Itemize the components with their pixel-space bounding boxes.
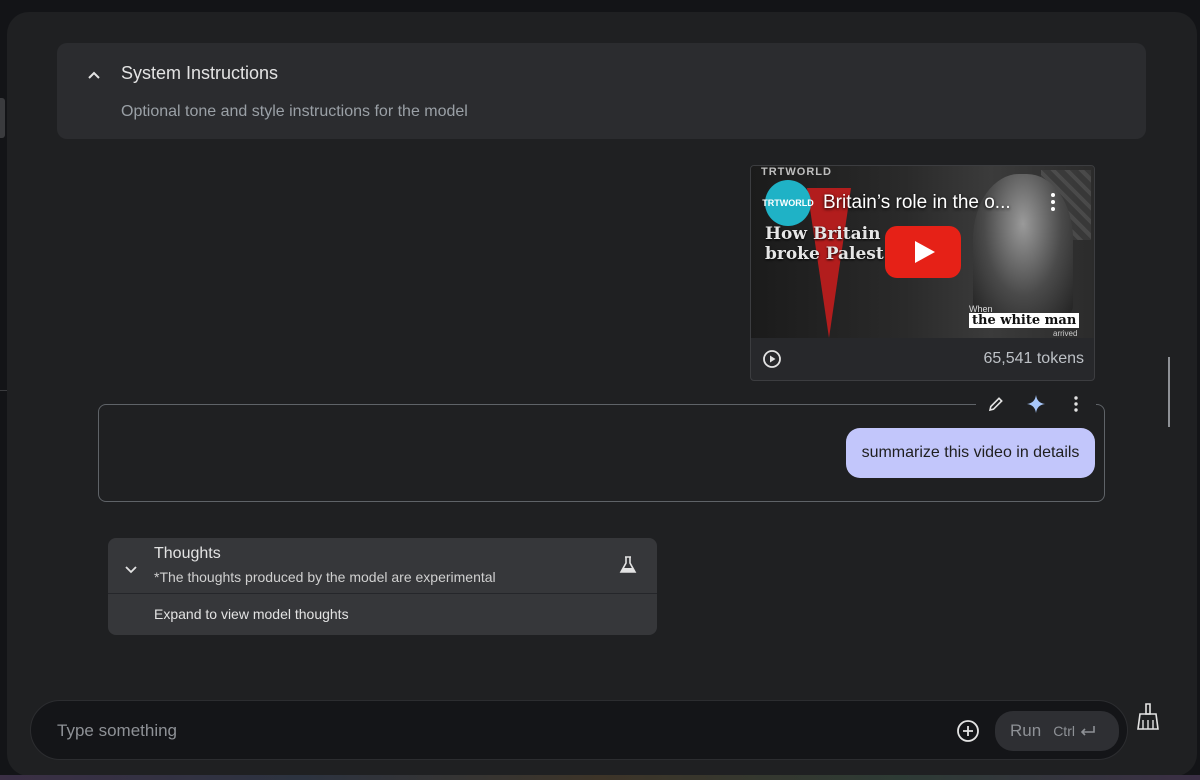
run-button[interactable]: Run Ctrl xyxy=(995,711,1119,751)
flask-icon xyxy=(619,556,637,573)
left-divider xyxy=(0,390,7,391)
more-vert-icon xyxy=(1074,396,1078,412)
system-instructions-panel[interactable]: System Instructions Optional tone and st… xyxy=(57,43,1146,139)
more-vert-icon[interactable] xyxy=(1049,192,1057,212)
video-title[interactable]: Britain’s role in the o... xyxy=(823,192,1011,214)
thoughts-subtitle: *The thoughts produced by the model are … xyxy=(154,569,496,585)
brand-watermark: TRTWORLD xyxy=(761,166,832,178)
expand-thoughts-link[interactable]: Expand to view model thoughts xyxy=(154,606,349,622)
play-circle-icon[interactable] xyxy=(762,349,782,369)
enter-icon xyxy=(1080,726,1095,736)
run-shortcut: Ctrl xyxy=(1053,723,1075,739)
overlay-text-line2: broke Palest xyxy=(765,244,884,264)
broom-icon[interactable] xyxy=(1135,702,1161,732)
bottom-strip xyxy=(0,775,1200,780)
overlay-text-line1: How Britain xyxy=(765,224,881,244)
system-instructions-input[interactable]: Optional tone and style instructions for… xyxy=(121,103,468,121)
video-attachment[interactable]: TRTWORLD TRTWORLD Britain’s role in the … xyxy=(750,165,1095,381)
chevron-down-icon[interactable] xyxy=(124,562,138,576)
edit-button[interactable] xyxy=(986,394,1006,414)
sparkle-icon xyxy=(1027,395,1045,413)
system-instructions-title: System Instructions xyxy=(121,63,279,83)
youtube-play-button[interactable] xyxy=(885,226,961,278)
pencil-icon xyxy=(988,397,1003,412)
left-edge-handle xyxy=(0,98,5,138)
token-count: 65,541 tokens xyxy=(983,350,1084,367)
video-footer: 65,541 tokens xyxy=(751,338,1094,380)
run-label: Run xyxy=(1010,721,1042,740)
message-actions xyxy=(976,389,1096,419)
app-window: System Instructions Optional tone and st… xyxy=(7,12,1197,776)
thoughts-panel[interactable]: Thoughts *The thoughts produced by the m… xyxy=(108,538,657,635)
rerun-button[interactable] xyxy=(1026,394,1046,414)
channel-avatar[interactable]: TRTWORLD xyxy=(762,180,814,226)
prompt-bar: Run Ctrl xyxy=(30,700,1128,760)
scrollbar[interactable] xyxy=(1168,357,1170,427)
prompt-input[interactable] xyxy=(57,719,937,743)
add-circle-icon[interactable] xyxy=(955,718,981,744)
thoughts-title: Thoughts xyxy=(154,545,221,562)
chevron-up-icon[interactable] xyxy=(86,67,102,83)
divider xyxy=(108,593,657,594)
caption-after: arrived xyxy=(1053,329,1078,338)
video-thumbnail[interactable]: TRTWORLD TRTWORLD Britain’s role in the … xyxy=(751,166,1094,338)
caption-main: the white man xyxy=(969,313,1080,328)
user-message-bubble[interactable]: summarize this video in details xyxy=(846,428,1095,478)
more-options-button[interactable] xyxy=(1066,394,1086,414)
